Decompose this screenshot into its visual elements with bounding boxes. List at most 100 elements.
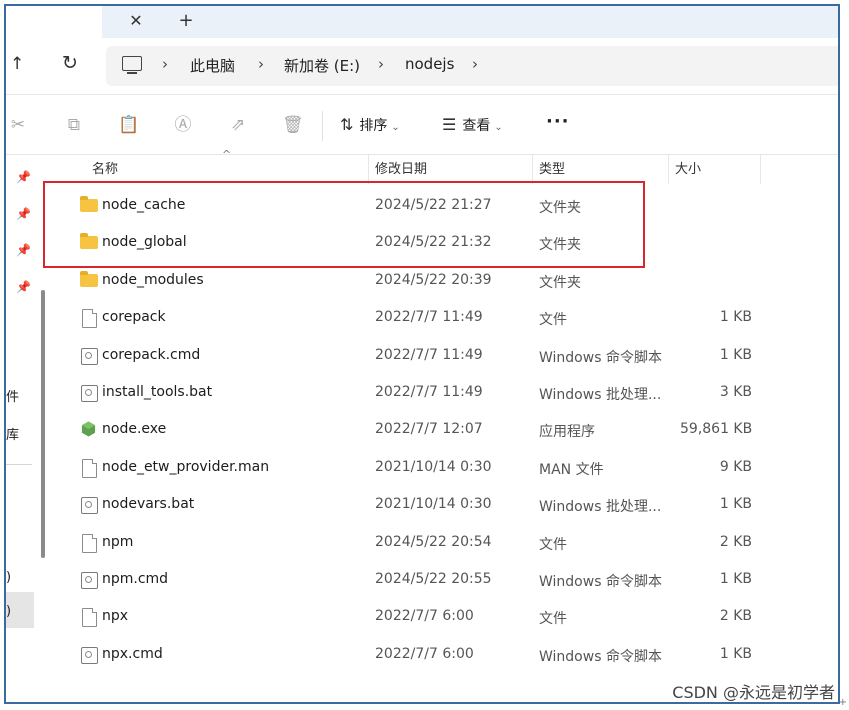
tab-strip: ✕ +	[6, 6, 838, 38]
column-header-modified[interactable]: 修改日期	[375, 158, 427, 182]
new-tab-icon[interactable]: +	[174, 9, 198, 33]
file-icon	[80, 533, 98, 553]
script-icon	[80, 347, 98, 365]
file-size: 1 KB	[719, 496, 752, 513]
breadcrumb-nodejs[interactable]: nodejs	[405, 55, 454, 73]
copy-icon[interactable]: ⧉	[64, 115, 84, 135]
file-size: 9 KB	[719, 458, 752, 475]
file-type: 文件	[539, 312, 567, 329]
breadcrumb-this-pc[interactable]: 此电脑	[190, 55, 235, 76]
breadcrumb-drive-e[interactable]: 新加卷 (E:)	[284, 55, 360, 76]
file-row[interactable]: node_etw_provider.man 2021/10/14 0:30 MAN …	[52, 450, 792, 487]
script-icon	[80, 646, 98, 664]
file-type: Windows 命令脚本	[539, 349, 662, 366]
file-name: corepack	[102, 309, 166, 326]
file-row[interactable]: corepack.cmd 2022/7/7 11:49 Windows 命令脚本 1 …	[52, 338, 792, 375]
nav-scrollbar[interactable]	[41, 290, 45, 558]
file-name: corepack.cmd	[102, 346, 201, 363]
file-name: install_tools.bat	[102, 384, 213, 400]
cut-icon[interactable]: ✂	[8, 115, 28, 135]
file-row[interactable]: install_tools.bat 2022/7/7 11:49 Windows 批…	[52, 375, 792, 412]
file-modified-date: 2022/7/7 12:07	[375, 421, 483, 438]
file-size: 1 KB	[719, 346, 752, 363]
command-bar: ✂ ⧉ 📋 Ⓐ ⇗ 🗑 ⇅ 排序 ⌄ ☰ 查看 ⌄ ···	[6, 95, 838, 155]
file-name: nodevars.bat	[102, 496, 195, 513]
refresh-icon[interactable]: ↻	[62, 52, 78, 74]
navigation-pane: 📌 📌 📌 📌 件 库 ) )	[6, 156, 46, 702]
breadcrumb-separator-icon[interactable]: ›	[472, 55, 478, 73]
file-name: npm.cmd	[102, 571, 169, 587]
sort-button[interactable]: ⇅ 排序 ⌄	[340, 115, 400, 135]
file-type: 文件	[539, 536, 567, 553]
file-modified-date: 2022/7/7 6:00	[375, 645, 474, 662]
address-bar[interactable]: › 此电脑 › 新加卷 (E:) › nodejs ›	[106, 46, 838, 86]
divider	[6, 154, 838, 155]
tab-strip-background	[102, 6, 838, 38]
close-tab-icon[interactable]: ✕	[124, 9, 148, 33]
breadcrumb-separator-icon: ›	[162, 55, 168, 73]
delete-icon[interactable]: 🗑	[282, 115, 304, 135]
column-header-name[interactable]: 名称	[92, 158, 118, 182]
file-name: npx	[102, 608, 129, 625]
breadcrumb-separator-icon: ›	[378, 55, 384, 73]
column-divider[interactable]	[760, 154, 761, 184]
sort-label: 排序	[359, 118, 388, 134]
file-modified-date: 2022/7/7 6:00	[375, 608, 474, 625]
file-type: MAN 文件	[539, 461, 604, 478]
file-name: node_etw_provider.man	[102, 458, 270, 475]
pin-icon[interactable]: 📌	[16, 207, 31, 221]
file-row[interactable]: corepack 2022/7/7 11:49 文件 1 KB	[52, 300, 792, 337]
file-row[interactable]: npm 2024/5/22 20:54 文件 2 KB	[52, 525, 792, 562]
paste-icon[interactable]: 📋	[118, 115, 139, 135]
file-size: 3 KB	[719, 384, 752, 400]
pin-icon[interactable]: 📌	[16, 280, 31, 294]
more-options-icon[interactable]: ···	[546, 111, 570, 132]
pin-icon[interactable]: 📌	[16, 170, 31, 184]
watermark: CSDN @永远是初学者	[672, 683, 835, 702]
up-arrow-icon[interactable]: ↑	[10, 54, 24, 74]
file-row[interactable]: node_modules 2024/5/22 20:39 文件夹	[52, 263, 792, 300]
file-icon	[80, 608, 98, 628]
rename-icon[interactable]: Ⓐ	[173, 115, 193, 135]
file-icon	[80, 309, 98, 329]
script-icon	[80, 571, 98, 589]
column-divider[interactable]	[668, 154, 669, 184]
column-header-type[interactable]: 类型	[539, 158, 565, 182]
file-modified-date: 2022/7/7 11:49	[375, 309, 483, 326]
script-icon	[80, 384, 98, 402]
file-type: Windows 批处理...	[539, 499, 662, 516]
view-button[interactable]: ☰ 查看 ⌄	[442, 115, 503, 135]
column-divider[interactable]	[368, 154, 369, 184]
pin-icon[interactable]: 📌	[16, 243, 31, 257]
resize-grip-icon: +	[838, 697, 847, 708]
column-header-size[interactable]: 大小	[675, 158, 701, 182]
file-modified-date: 2024/5/22 20:39	[375, 271, 492, 288]
file-type: Windows 命令脚本	[539, 648, 662, 665]
folder-icon	[80, 270, 98, 290]
file-type: 文件	[539, 611, 567, 628]
nav-item-partial[interactable]: 库	[6, 424, 19, 443]
nav-item-partial[interactable]: )	[6, 604, 11, 619]
file-icon	[80, 458, 98, 478]
file-modified-date: 2021/10/14 0:30	[375, 496, 492, 513]
file-row[interactable]: npm.cmd 2024/5/22 20:55 Windows 命令脚本 1 KB	[52, 562, 792, 599]
sort-ascending-icon: ^	[222, 148, 232, 161]
file-row[interactable]: nodevars.bat 2021/10/14 0:30 Windows 批处理..…	[52, 487, 792, 524]
file-name: npx.cmd	[102, 645, 163, 662]
nav-item-partial[interactable]: 件	[6, 386, 19, 405]
chevron-down-icon: ⌄	[494, 122, 503, 133]
file-size: 1 KB	[719, 645, 752, 662]
file-type: Windows 命令脚本	[539, 574, 662, 590]
file-row[interactable]: npx 2022/7/7 6:00 文件 2 KB	[52, 599, 792, 636]
file-size: 59,861 KB	[680, 421, 753, 438]
file-size: 2 KB	[719, 608, 752, 625]
column-divider[interactable]	[532, 154, 533, 184]
file-row[interactable]: npx.cmd 2022/7/7 6:00 Windows 命令脚本 1 KB	[52, 637, 792, 674]
nav-item-partial[interactable]: )	[6, 570, 11, 585]
file-modified-date: 2022/7/7 11:49	[375, 384, 483, 400]
file-type: Windows 批处理...	[539, 387, 662, 403]
file-size: 1 KB	[719, 309, 752, 326]
share-icon[interactable]: ⇗	[228, 115, 248, 135]
sort-icon: ⇅	[340, 115, 354, 134]
file-row[interactable]: node.exe 2022/7/7 12:07 应用程序 59,861 KB	[52, 412, 792, 449]
